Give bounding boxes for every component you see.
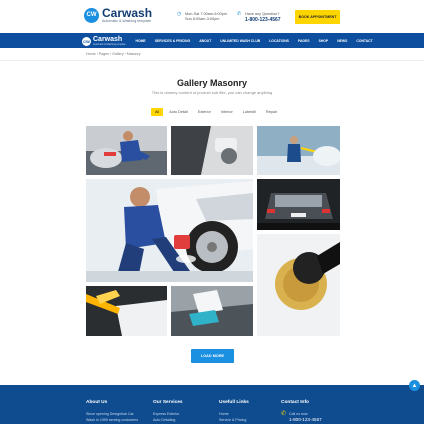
footer-links-title: Usefull Links: [219, 400, 249, 405]
footer-about-title: About Us: [86, 400, 108, 405]
gallery-image-wheel-cleaning[interactable]: [86, 179, 253, 282]
car-logo-icon: CW: [82, 36, 91, 46]
phone-icon: ✆: [281, 411, 287, 417]
nav-item-contact[interactable]: CONTACT: [352, 39, 377, 43]
nav-logo-title: Carwash: [93, 36, 123, 43]
filter-repair[interactable]: Repair: [262, 108, 281, 116]
filter-exterior[interactable]: Exterior: [194, 108, 215, 116]
footer-service-link[interactable]: Auto Detailing: [153, 417, 183, 423]
book-appointment-button[interactable]: BOOK APPOINTMENT: [295, 10, 340, 24]
gallery-image-polisher[interactable]: [257, 234, 340, 336]
logo-title: Carwash: [102, 6, 153, 20]
footer-contact-phone[interactable]: 1-800-123-4567: [289, 417, 322, 423]
divider: [0, 60, 424, 61]
scroll-to-top-icon[interactable]: ▲: [409, 380, 420, 391]
nav-logo[interactable]: CW Carwash Automatic & Washing template: [82, 36, 126, 46]
page-title: Gallery Masonry: [176, 78, 248, 88]
nav-logo-subtitle: Automatic & Washing template: [93, 43, 126, 46]
filter-interior[interactable]: Interior: [217, 108, 237, 116]
page-subtitle: This is dummy content of product sub tit…: [151, 90, 273, 95]
gallery-image-interior-cleaning[interactable]: [171, 126, 253, 175]
logo-subtitle: Automatic & Washing template: [102, 19, 152, 23]
gallery-filters: All Auto Detail Exterior Interior Lubest…: [151, 108, 281, 116]
filter-all[interactable]: All: [151, 108, 164, 116]
footer-link[interactable]: Service & Pricing: [219, 417, 249, 423]
nav-item-news[interactable]: NEWS: [333, 39, 352, 43]
nav-item-locations[interactable]: LOCATIONS: [265, 39, 294, 43]
car-logo-icon: CW: [84, 7, 99, 23]
top-header: CW Carwash Automatic & Washing template …: [0, 0, 424, 33]
footer-services: Our Services Express Exterior Auto Detai…: [153, 400, 183, 423]
filter-auto-detail[interactable]: Auto Detail: [165, 108, 192, 116]
gallery-image-dashboard-wipe[interactable]: [171, 286, 253, 336]
phone-number[interactable]: 1-800-123-4567: [245, 17, 281, 23]
load-more-button[interactable]: LOAD MORE: [191, 349, 234, 363]
site-footer: [0, 385, 424, 424]
footer-about-text-2: Wash in 1990 serving customers: [86, 418, 138, 422]
nav-item-services[interactable]: SERVICES & PRICING: [150, 39, 195, 43]
footer-contact: Contact Info ✆ Call us now 1-800-123-456…: [281, 400, 322, 423]
filter-lubestil[interactable]: Lubestil: [239, 108, 260, 116]
nav-item-home[interactable]: HOME: [131, 39, 150, 43]
nav-item-wash-club[interactable]: UNLIMITED WASH CLUB: [216, 39, 265, 43]
gallery-image-vacuum[interactable]: [86, 286, 167, 336]
gallery-image-car-rear[interactable]: [257, 179, 340, 230]
phone-icon: ✆: [237, 11, 242, 17]
footer-links: Usefull Links Home Service & Pricing: [219, 400, 249, 423]
site-logo[interactable]: CW Carwash Automatic & Washing template: [84, 7, 152, 24]
footer-about: About Us Since opening Designhub Car Was…: [86, 400, 138, 423]
hours-line-2: Sun 8:00am-3:00pm: [185, 17, 220, 21]
footer-services-title: Our Services: [153, 400, 183, 405]
footer-contact-title: Contact Info: [281, 400, 309, 405]
gallery-image-pressure-wash[interactable]: [257, 126, 340, 175]
clock-icon: ◷: [177, 11, 182, 17]
contact-phone: ✆ Have any Question? 1-800-123-4567: [237, 11, 281, 24]
gallery-image-washer[interactable]: [86, 126, 167, 175]
nav-menu: HOME SERVICES & PRICING ABOUT UNLIMITED …: [131, 33, 377, 48]
nav-item-pages[interactable]: PAGES: [293, 39, 314, 43]
breadcrumb[interactable]: Home › Pages › Gallery › Masonry: [86, 52, 141, 56]
nav-item-shop[interactable]: SHOP: [314, 39, 333, 43]
nav-item-about[interactable]: ABOUT: [195, 39, 216, 43]
main-navigation: CW Carwash Automatic & Washing template …: [0, 33, 424, 48]
opening-hours: ◷ Mon-Sat 7:00am-6:00pm Sun 8:00am-3:00p…: [177, 12, 227, 22]
